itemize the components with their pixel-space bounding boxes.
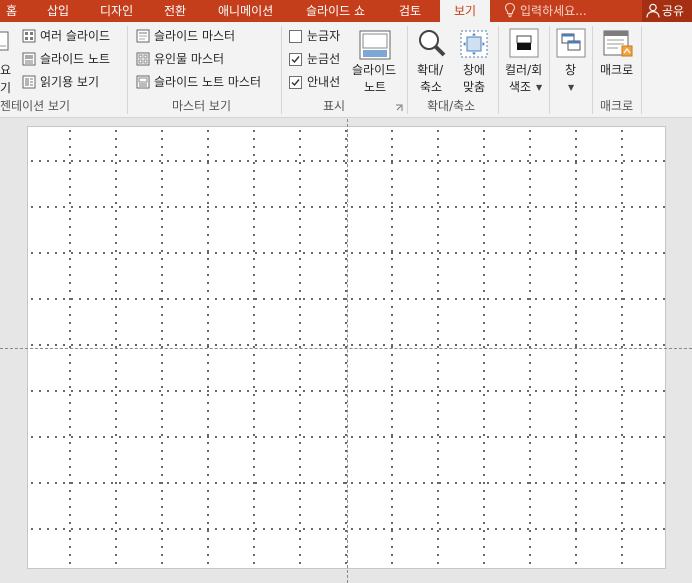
dialog-launcher-icon[interactable] (395, 104, 403, 112)
group-separator (592, 26, 593, 114)
ruler-label: 눈금자 (307, 29, 341, 43)
group-separator (549, 26, 550, 114)
color-label-1: 컬러/회 (505, 63, 543, 77)
tab-animations[interactable]: 애니메이션 (218, 0, 273, 22)
normal-view-label-1: 요 (0, 63, 12, 77)
notes-page-icon (22, 52, 36, 66)
zoom-label-1: 확대/ (417, 63, 444, 77)
person-icon (646, 3, 660, 18)
group-separator (498, 26, 499, 114)
slide-editing-area[interactable] (0, 119, 692, 583)
ribbon-view: 요 기 여러 슬라이드 슬라이드 노트 읽기용 보기 젠테이션 보기 슬라이드 … (0, 22, 692, 118)
notes-master-label: 슬라이드 노트 마스터 (154, 75, 261, 89)
slide-sorter-label: 여러 슬라이드 (40, 29, 111, 43)
notes-label-2: 노트 (364, 80, 387, 94)
gridlines-checkbox-box[interactable] (289, 53, 302, 66)
fit-label-2: 맞춤 (463, 80, 486, 94)
handout-master-icon (136, 52, 150, 66)
notes-label-1: 슬라이드 (352, 63, 397, 77)
group-separator (407, 26, 408, 114)
zoom-label-2: 축소 (420, 80, 443, 94)
gridlines-label: 눈금선 (307, 52, 341, 66)
tell-me-box[interactable]: 입력하세요... (503, 0, 587, 22)
chevron-down-icon: ▼ (536, 83, 543, 92)
reading-view-icon (22, 75, 36, 89)
tell-me-placeholder: 입력하세요... (520, 4, 587, 18)
tab-transitions[interactable]: 전환 (164, 0, 186, 22)
ribbon-tab-bar: 홈 삽입 디자인 전환 애니메이션 슬라이드 쇼 검토 보기 입력하세요... … (0, 0, 692, 22)
lightbulb-icon (504, 2, 516, 18)
color-grayscale-icon (509, 28, 539, 58)
color-label-2: 색조 (509, 80, 532, 94)
group-label-show: 표시 (323, 99, 346, 113)
normal-view-icon (0, 31, 9, 51)
reading-view-label: 읽기용 보기 (40, 75, 100, 89)
tab-design[interactable]: 디자인 (100, 0, 133, 22)
macro-icon (603, 30, 633, 57)
group-label-master-views: 마스터 보기 (172, 99, 232, 113)
checkmark-icon (291, 56, 300, 64)
chevron-down-icon: ▼ (568, 83, 575, 92)
magnifier-icon (419, 30, 446, 57)
group-separator (281, 26, 282, 114)
group-label-presentation-views: 젠테이션 보기 (0, 99, 71, 113)
horizontal-guide[interactable] (0, 348, 692, 349)
macros-label: 매크로 (600, 63, 634, 77)
handout-master-label: 유인물 마스터 (154, 52, 225, 66)
ruler-checkbox-box[interactable] (289, 30, 302, 43)
share-button[interactable]: 공유 (642, 0, 692, 22)
group-separator (127, 26, 128, 114)
notes-icon (359, 30, 391, 60)
checkmark-icon (291, 79, 300, 87)
window-label: 창 (565, 63, 577, 77)
share-label: 공유 (662, 4, 685, 18)
tab-insert[interactable]: 삽입 (47, 0, 69, 22)
group-separator (641, 26, 642, 114)
slide-sorter-icon (22, 29, 36, 43)
guides-label: 안내선 (307, 75, 341, 89)
tab-review[interactable]: 검토 (399, 0, 421, 22)
group-label-zoom: 확대/축소 (427, 99, 476, 113)
notes-master-icon (136, 75, 150, 89)
window-icon (556, 28, 586, 58)
fit-label-1: 창에 (463, 63, 486, 77)
guides-checkbox-box[interactable] (289, 76, 302, 89)
normal-view-label-2: 기 (0, 81, 12, 95)
slide-master-icon (136, 29, 150, 43)
vertical-guide[interactable] (347, 119, 348, 583)
fit-to-window-icon (460, 30, 488, 58)
notes-page-label: 슬라이드 노트 (40, 52, 111, 66)
tab-home[interactable]: 홈 (6, 0, 17, 22)
tab-slideshow[interactable]: 슬라이드 쇼 (306, 0, 365, 22)
slide-master-label: 슬라이드 마스터 (154, 29, 236, 43)
tab-view[interactable]: 보기 (440, 0, 490, 22)
group-label-macros: 매크로 (600, 99, 634, 113)
